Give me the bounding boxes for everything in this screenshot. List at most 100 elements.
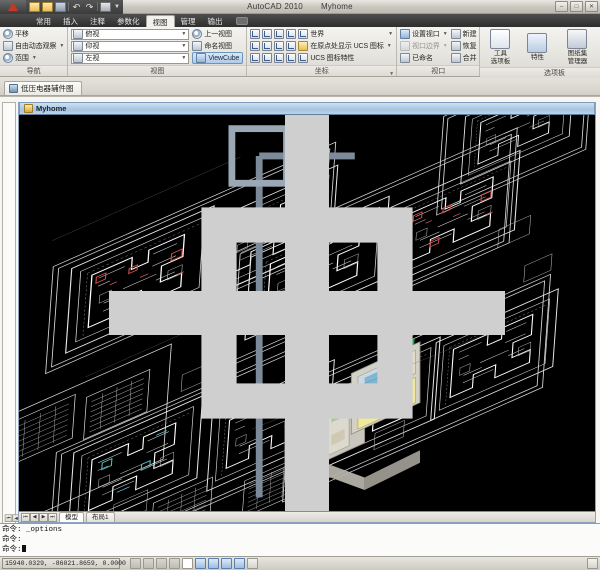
ucs-icon-5[interactable] [298,29,308,39]
chevron-down-icon[interactable]: ▼ [388,31,393,37]
panel-viewports: 设置视口 ▼ 视口边界 ▼ 已命名 [397,27,480,76]
ribbon-minimize-button[interactable] [236,17,248,25]
save-icon[interactable] [55,2,66,12]
chevron-down-icon[interactable]: ▼ [181,43,187,49]
dynamic-input-toggle[interactable] [234,558,245,569]
autocad-logo-icon [8,2,18,11]
named-viewport-button[interactable]: 已命名 [400,53,448,64]
named-view-button[interactable]: 命名视图 [192,40,243,51]
chevron-down-icon[interactable]: ▼ [181,31,187,37]
coordinate-display[interactable]: 15940.0329, -86021.8659, 0.0000 [2,558,120,569]
panel-expand-icon[interactable]: ▼ [389,69,394,80]
tab-view[interactable]: 视图 [146,15,175,27]
viewport-border-icon [400,41,410,51]
redo-icon[interactable]: ↷ [84,2,95,12]
previous-view-label: 上一视图 [204,29,232,39]
grid-display-toggle[interactable] [156,558,167,569]
free-orbit-button[interactable]: 自由动态观察 ▼ [3,41,64,52]
ucs-icon-3[interactable] [274,29,284,39]
tab-manage[interactable]: 管理 [175,15,202,27]
new-icon[interactable] [29,2,40,12]
tab-annotate[interactable]: 注释 [84,15,111,27]
ucs-icon-properties-label[interactable]: UCS 图标特性 [310,53,354,63]
join-viewport-icon [451,53,461,63]
osnap-tracking-toggle[interactable] [208,558,219,569]
quick-access-toolbar: ↶ ↷ ▼ [26,0,123,14]
ucs-icon-1[interactable] [250,29,260,39]
panel-viewports-body: 设置视口 ▼ 视口边界 ▼ 已命名 [397,27,479,65]
infer-constraints-toggle[interactable] [130,558,141,569]
ucs-icon-8[interactable] [274,41,284,51]
snap-mode-toggle[interactable] [143,558,154,569]
layout-tab-model[interactable]: 模型 [59,512,84,522]
view-preset-combo-bottom[interactable]: 仰视 ▼ [71,41,189,52]
quick-properties-toggle[interactable] [587,558,598,569]
previous-layout-button[interactable]: ◀ [30,513,39,522]
close-button[interactable]: ✕ [585,1,598,12]
last-layout-button[interactable]: ⏭ [48,513,57,522]
pan-button[interactable]: 平移 [3,29,64,40]
open-icon[interactable] [42,2,53,12]
chevron-down-icon[interactable]: ▼ [387,43,392,49]
ortho-mode-toggle[interactable] [169,558,180,569]
ribbon-tab-bar: 常用 插入 注释 参数化 视图 管理 输出 [0,14,600,27]
undo-icon[interactable]: ↶ [71,2,82,12]
first-layout-button[interactable]: ⏮ [5,514,13,522]
drawing-canvas[interactable] [19,115,595,511]
chevron-down-icon[interactable]: ▼ [443,31,448,37]
previous-view-button[interactable]: 上一视图 [192,28,243,39]
plot-icon[interactable] [100,2,111,12]
tab-parametric[interactable]: 参数化 [111,15,146,27]
chevron-down-icon[interactable]: ▼ [181,55,187,61]
ucs-icon-12[interactable] [274,53,284,63]
lineweight-toggle[interactable] [247,558,258,569]
minimize-button[interactable]: – [555,1,568,12]
ucs-icon-10[interactable] [250,53,260,63]
zoom-extents-button[interactable]: 范围 ▼ [3,53,64,64]
viewport-config-button[interactable]: 设置视口 ▼ [400,29,448,40]
properties-button[interactable]: 特性 [520,33,554,61]
ucs-icon-14[interactable] [298,53,308,63]
new-viewport-button[interactable]: 新建 [451,29,477,40]
document-tab[interactable]: 低压电器辅件图 [4,81,82,95]
ucs-origin-display-icon[interactable] [298,41,308,51]
view-preset-combo-top[interactable]: 俯视 ▼ [71,29,189,40]
ucs-icon-6[interactable] [250,41,260,51]
object-snap-toggle[interactable] [195,558,206,569]
left-view-icon [73,53,83,63]
qat-dropdown-icon[interactable]: ▼ [113,4,120,10]
next-layout-button[interactable]: ▶ [39,513,48,522]
maximize-button[interactable]: □ [570,1,583,12]
show-ucs-at-origin-label[interactable]: 在原点处显示 UCS 图标 [310,41,383,51]
viewcube-toggle[interactable]: ViewCube [192,52,243,64]
ucs-icon-11[interactable] [262,53,272,63]
layout-tab-layout1[interactable]: 布局1 [86,512,115,522]
pan-hand-icon [3,29,13,39]
tab-insert[interactable]: 插入 [57,15,84,27]
application-menu-button[interactable] [0,0,26,14]
ucs-icon-4[interactable] [286,29,296,39]
panel-viewports-label: 视口 [397,65,479,76]
drawing-window-title-bar[interactable]: Myhome [19,102,595,115]
ucs-icon-2[interactable] [262,29,272,39]
chevron-down-icon-2[interactable]: ▼ [32,55,37,61]
sheet-set-manager-button[interactable]: 图纸集 管理器 [557,29,597,65]
world-ucs-label[interactable]: 世界 [310,29,324,39]
dynamic-ucs-toggle[interactable] [221,558,232,569]
command-prompt-row[interactable]: 命令: [2,545,598,555]
tab-output[interactable]: 输出 [202,15,229,27]
restore-viewport-button[interactable]: 恢复 [451,41,477,52]
named-viewport-label: 已命名 [412,53,433,63]
tab-home[interactable]: 常用 [30,15,57,27]
view-preset-combo-left[interactable]: 左视 ▼ [71,53,189,64]
polar-tracking-toggle[interactable] [182,558,193,569]
tool-palette-button[interactable]: 工具 选项板 [483,29,517,65]
join-viewport-button[interactable]: 合并 [451,53,477,64]
ucs-icon-13[interactable] [286,53,296,63]
ucs-icon-9[interactable] [286,41,296,51]
chevron-down-icon[interactable]: ▼ [59,43,64,49]
command-line[interactable]: 命令: _options 命令: 命令: [0,523,600,556]
ucs-icon-7[interactable] [262,41,272,51]
text-caret [22,545,26,552]
first-layout-button[interactable]: ⏮ [21,513,30,522]
